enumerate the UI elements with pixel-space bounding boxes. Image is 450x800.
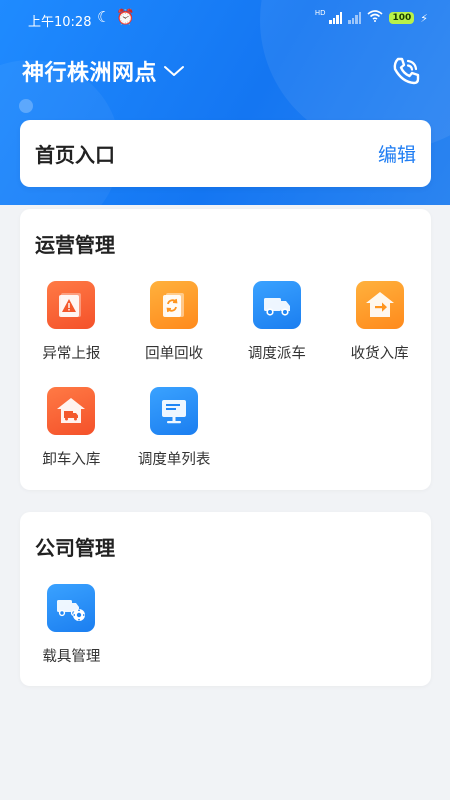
tile-label: 收货入库: [350, 346, 409, 362]
alarm-icon: ⏰: [116, 8, 135, 26]
warning-report-icon: [47, 281, 96, 329]
unload-warehouse-button[interactable]: 卸车入库: [20, 387, 123, 493]
receive-warehouse-icon: [355, 281, 404, 329]
signal-secondary-icon: [348, 12, 362, 24]
branch-title: 神行株洲网点: [22, 61, 158, 86]
unload-warehouse-icon: [47, 387, 96, 435]
branch-selector[interactable]: 神行株洲网点: [22, 55, 185, 87]
edit-button[interactable]: 编辑: [378, 140, 416, 167]
tile-label: 调度单列表: [137, 452, 211, 468]
chevron-down-icon: [163, 60, 185, 82]
status-time: 上午10:28: [28, 15, 92, 30]
dispatch-list-icon: [150, 387, 199, 435]
signal-icon: [329, 12, 343, 24]
home-entry-card: 首页入口 编辑: [20, 120, 431, 187]
battery-icon: 100: [389, 12, 415, 24]
network-type-label: HD: [314, 9, 326, 17]
vehicle-management-button[interactable]: 载具管理: [20, 584, 123, 690]
company-section: 公司管理 载具管理: [20, 512, 431, 686]
home-entry-label: 首页入口: [35, 143, 115, 167]
section-title: 运营管理: [35, 233, 115, 257]
truck-dispatch-icon: [252, 281, 301, 329]
tile-label: 载具管理: [42, 649, 101, 665]
tile-label: 回单回收: [145, 346, 204, 362]
tile-label: 调度派车: [247, 346, 306, 362]
section-title: 公司管理: [35, 536, 115, 560]
exception-report-button[interactable]: 异常上报: [20, 281, 123, 387]
wifi-icon: [367, 10, 383, 26]
do-not-disturb-icon: ☾: [97, 8, 111, 26]
phone-icon[interactable]: [390, 55, 422, 87]
charging-icon: ⚡: [420, 11, 428, 25]
operations-section: 运营管理 异常上报 回单回收 调度派车 收货入库 卸车入库 调度单列表: [20, 209, 431, 490]
dispatch-vehicle-button[interactable]: 调度派车: [226, 281, 329, 387]
tile-label: 异常上报: [42, 346, 101, 362]
status-bar: 上午10:28 ☾ ⏰ HD 100 ⚡: [0, 0, 450, 38]
vehicle-settings-icon: [47, 584, 96, 632]
dispatch-list-button[interactable]: 调度单列表: [123, 387, 226, 493]
receipt-recycle-icon: [150, 281, 199, 329]
tile-label: 卸车入库: [42, 452, 101, 468]
receipt-recycle-button[interactable]: 回单回收: [123, 281, 226, 387]
receive-warehouse-button[interactable]: 收货入库: [328, 281, 431, 387]
